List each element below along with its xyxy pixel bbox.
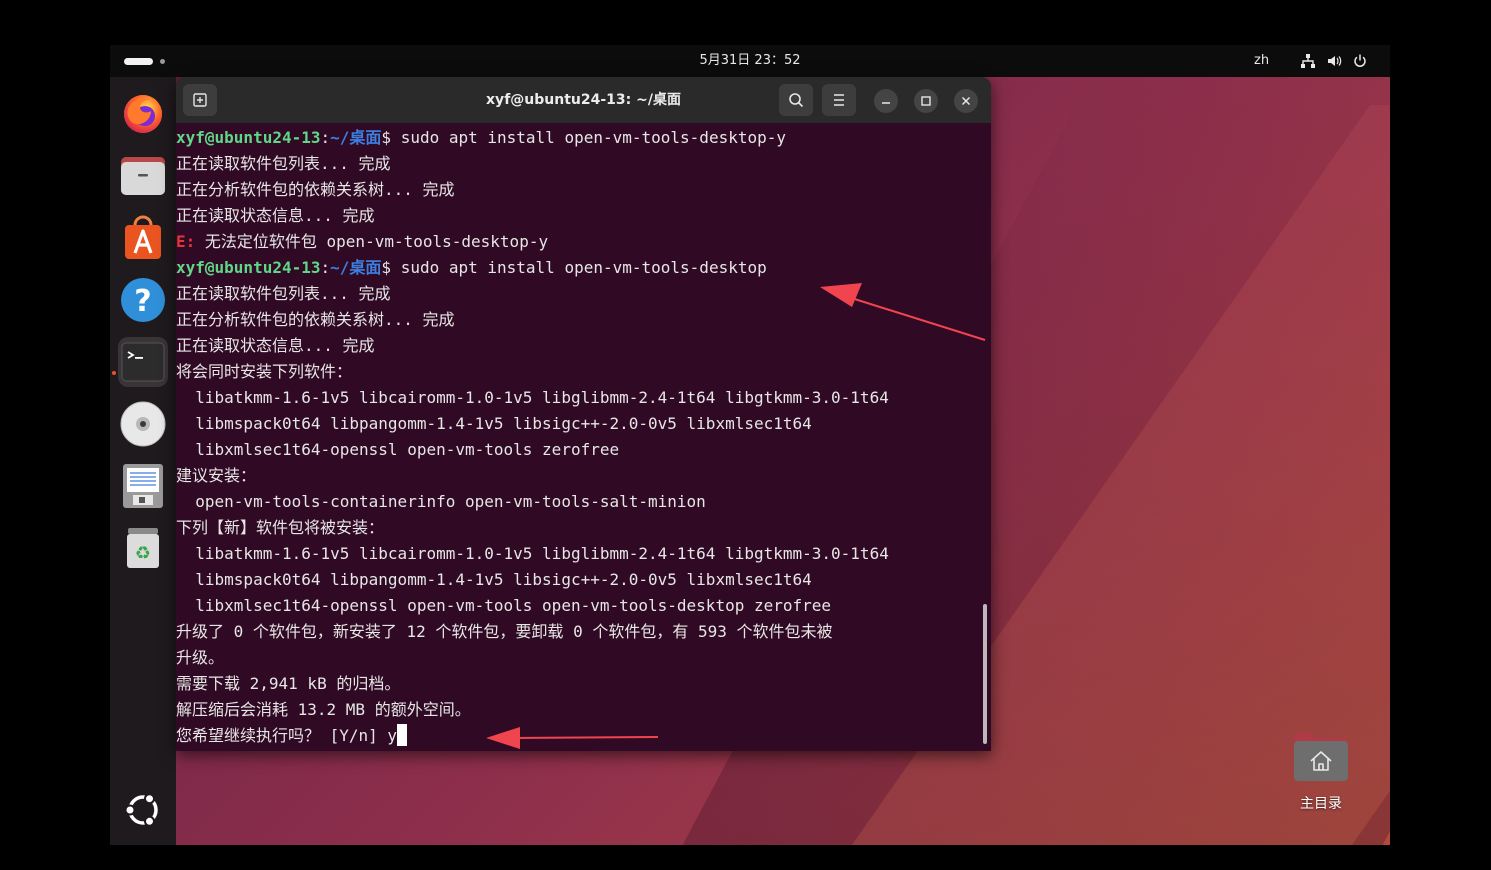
annotation-arrows (486, 283, 986, 749)
annotation-arrow-prompt (486, 727, 659, 749)
annotation-arrow-command (820, 283, 986, 341)
desktop-screen: 5月31日 23：52 zh ? ♻ xyf@ubuntu24-13: ~/桌面… (110, 45, 1390, 845)
